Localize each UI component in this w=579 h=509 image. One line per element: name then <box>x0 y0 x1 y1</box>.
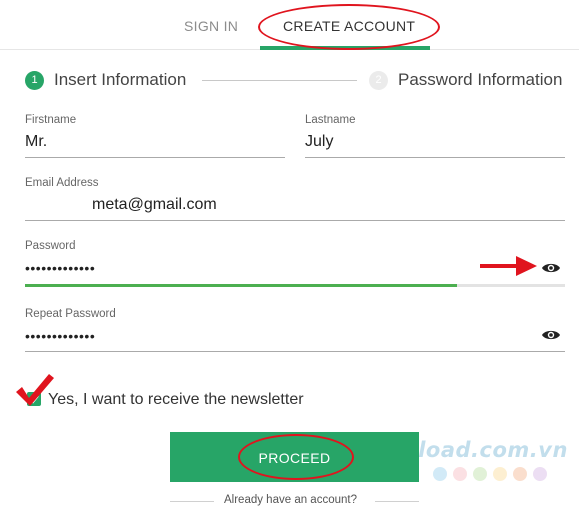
email-underline <box>25 220 565 221</box>
repeat-password-field[interactable]: ••••••••••••• <box>25 328 95 344</box>
repeat-password-underline <box>25 351 565 352</box>
red-arrow-icon <box>480 256 537 276</box>
password-field[interactable]: ••••••••••••• <box>25 260 95 276</box>
step-label: Insert Information <box>54 70 187 89</box>
eye-icon[interactable] <box>541 328 561 342</box>
step-connector <box>202 80 357 81</box>
already-have-account-link[interactable]: Already have an account? <box>224 494 357 506</box>
email-label: Email Address <box>25 177 99 189</box>
firstname-field[interactable]: Mr. <box>25 133 47 151</box>
divider-right <box>375 501 419 502</box>
step-insert-information: 1 Insert Information <box>25 70 186 90</box>
create-account-page: SIGN IN CREATE ACCOUNT 1 Insert Informat… <box>0 0 579 509</box>
proceed-label: PROCEED <box>258 450 331 466</box>
auth-tabs: SIGN IN CREATE ACCOUNT <box>0 0 579 50</box>
tab-create-account[interactable]: CREATE ACCOUNT <box>283 18 415 34</box>
eye-icon[interactable] <box>541 261 561 275</box>
step-label: Password Information <box>398 70 563 89</box>
divider-left <box>170 501 214 502</box>
lastname-field[interactable]: July <box>305 133 333 151</box>
lastname-label: Lastname <box>305 114 356 126</box>
proceed-button[interactable]: PROCEED <box>170 432 419 482</box>
step-password-information: 2 Password Information <box>369 70 562 90</box>
active-tab-indicator <box>260 46 430 50</box>
password-strength-meter <box>25 284 565 287</box>
password-label: Password <box>25 240 76 252</box>
step-circle-inactive-icon: 2 <box>369 70 388 90</box>
step-circle-active-icon: 1 <box>25 70 44 90</box>
firstname-label: Firstname <box>25 114 77 126</box>
firstname-underline <box>25 157 285 158</box>
watermark-dots <box>433 467 547 481</box>
newsletter-label: Yes, I want to receive the newsletter <box>48 391 304 408</box>
lastname-underline <box>305 157 565 158</box>
repeat-password-label: Repeat Password <box>25 308 116 320</box>
tab-sign-in[interactable]: SIGN IN <box>184 18 238 34</box>
email-field[interactable]: meta@gmail.com <box>92 196 217 214</box>
password-strength-fill <box>25 284 457 287</box>
